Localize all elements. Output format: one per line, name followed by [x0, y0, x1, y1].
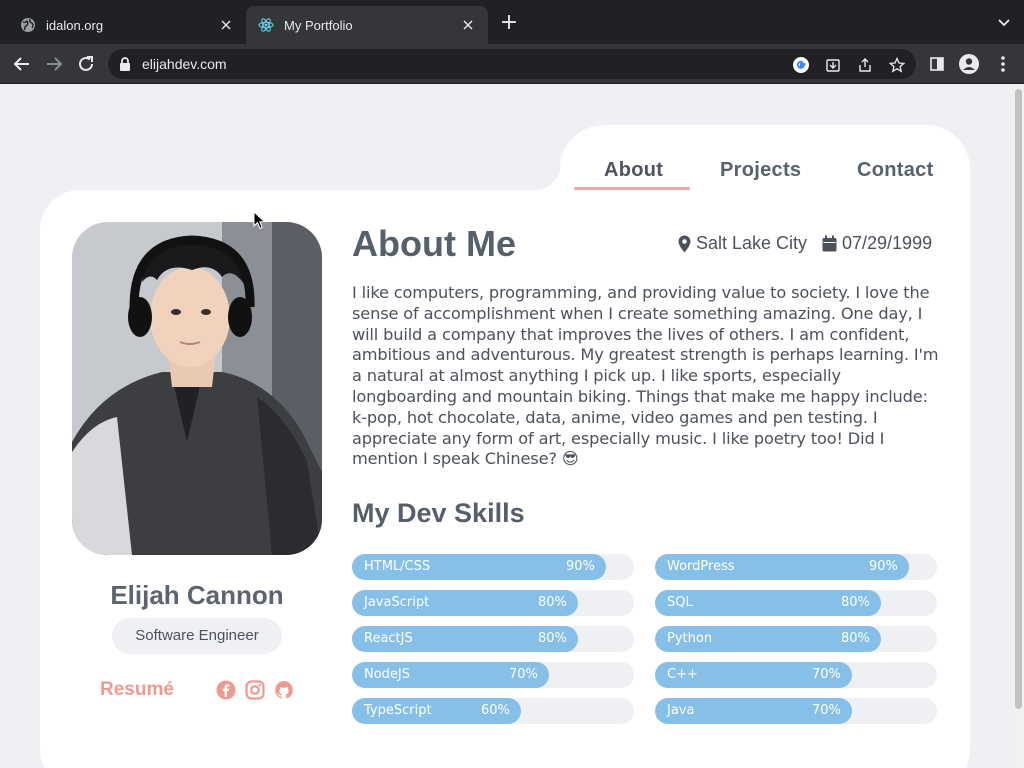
skills-heading: My Dev Skills	[352, 498, 525, 528]
reload-icon[interactable]	[74, 52, 98, 76]
skill-name: NodeJS	[364, 667, 411, 682]
profile-avatar-icon[interactable]	[958, 53, 980, 75]
google-lens-icon[interactable]	[792, 56, 810, 74]
browser-toolbar: elijahdev.com	[0, 44, 1024, 84]
skill-percent: 80%	[538, 595, 567, 610]
skill-percent: 70%	[812, 703, 841, 718]
skill-bar: JavaScript 80%	[352, 590, 634, 616]
skill-name: TypeScript	[364, 703, 432, 718]
skill-bar: TypeScript 60%	[352, 698, 634, 724]
more-menu-icon[interactable]	[992, 53, 1014, 75]
address-bar[interactable]: elijahdev.com	[108, 49, 916, 79]
skill-percent: 80%	[841, 631, 870, 646]
map-pin-icon	[678, 235, 691, 252]
install-app-icon[interactable]	[824, 56, 842, 74]
tab-my-portfolio[interactable]: My Portfolio	[246, 6, 488, 44]
nav-about-link[interactable]: About	[604, 159, 663, 182]
skill-name: JavaScript	[364, 595, 430, 610]
url-text[interactable]: elijahdev.com	[142, 56, 227, 72]
lock-icon[interactable]	[118, 56, 132, 76]
side-panel-icon[interactable]	[926, 53, 948, 75]
nav-projects-link[interactable]: Projects	[720, 159, 801, 182]
birthdate-text: 07/29/1999	[842, 233, 933, 253]
github-icon[interactable]	[274, 680, 294, 700]
tab-title: My Portfolio	[284, 17, 353, 33]
skill-percent: 70%	[509, 667, 538, 682]
skill-name: WordPress	[667, 559, 735, 574]
profile-photo	[72, 222, 322, 555]
skill-bar: ReactJS 80%	[352, 626, 634, 652]
skill-percent: 60%	[481, 703, 510, 718]
mouse-cursor-icon	[253, 211, 266, 230]
skill-name: Java	[667, 703, 695, 718]
facebook-icon[interactable]	[216, 680, 236, 700]
profile-role-badge: Software Engineer	[112, 618, 282, 654]
skill-name: HTML/CSS	[364, 559, 431, 574]
skill-percent: 90%	[869, 559, 898, 574]
scrollbar-thumb[interactable]	[1015, 89, 1022, 709]
resume-link[interactable]: Resumé	[100, 679, 174, 701]
birthdate-meta: 07/29/1999	[822, 233, 932, 254]
skill-bar: Python 80%	[655, 626, 937, 652]
skill-bar: C++ 70%	[655, 662, 937, 688]
skill-percent: 80%	[841, 595, 870, 610]
about-heading: About Me	[352, 223, 516, 264]
skill-bar: WordPress 90%	[655, 554, 937, 580]
react-icon	[258, 17, 274, 33]
share-icon[interactable]	[856, 56, 874, 74]
skill-bar: HTML/CSS 90%	[352, 554, 634, 580]
back-arrow-icon[interactable]	[10, 52, 34, 76]
skill-name: C++	[667, 667, 698, 682]
location-text: Salt Lake City	[696, 233, 808, 253]
nav-active-underline	[574, 187, 690, 190]
skill-percent: 80%	[538, 631, 567, 646]
skill-name: ReactJS	[364, 631, 413, 646]
skill-name: SQL	[667, 595, 693, 610]
location-meta: Salt Lake City	[678, 233, 807, 254]
tab-search-chevron-icon[interactable]	[996, 14, 1012, 30]
page-scrollbar[interactable]	[1012, 85, 1024, 768]
close-tab-icon[interactable]	[218, 17, 234, 33]
calendar-icon	[822, 235, 837, 252]
globe-icon	[20, 17, 36, 33]
skill-bar: SQL 80%	[655, 590, 937, 616]
tab-idalon[interactable]: idalon.org	[8, 6, 246, 44]
about-bio-text: I like computers, programming, and provi…	[352, 283, 939, 469]
close-tab-icon[interactable]	[460, 17, 476, 33]
skill-name: Python	[667, 631, 713, 646]
browser-tab-strip: idalon.org My Portfolio +	[0, 0, 1024, 44]
instagram-icon[interactable]	[245, 680, 265, 700]
skill-percent: 70%	[812, 667, 841, 682]
nav-contact-link[interactable]: Contact	[857, 159, 934, 182]
new-tab-icon[interactable]: +	[498, 12, 520, 34]
profile-name: Elijah Cannon	[110, 580, 284, 610]
forward-arrow-icon[interactable]	[42, 52, 66, 76]
tab-title: idalon.org	[46, 17, 104, 33]
bookmark-star-icon[interactable]	[888, 56, 906, 74]
skill-percent: 90%	[566, 559, 595, 574]
skill-bar: NodeJS 70%	[352, 662, 634, 688]
page-viewport: About Projects Contact Elijah Cannon Sof…	[0, 85, 1012, 768]
skill-bar: Java 70%	[655, 698, 937, 724]
